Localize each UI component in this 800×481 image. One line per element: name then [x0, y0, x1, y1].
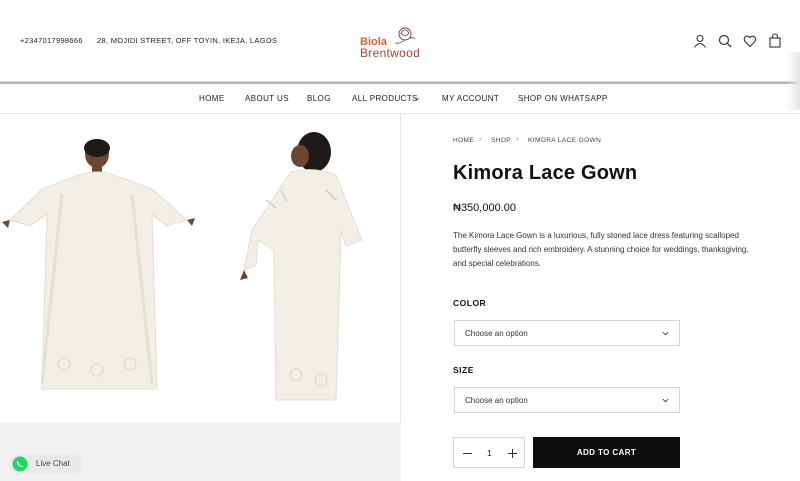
cart-icon[interactable] — [767, 33, 783, 49]
nav-blog[interactable]: BLOG — [307, 94, 331, 103]
heart-icon[interactable] — [742, 33, 758, 49]
logo-line2: Brentwood — [360, 46, 421, 60]
rose-icon — [394, 27, 416, 44]
plus-icon[interactable] — [507, 448, 518, 459]
product-image-front[interactable] — [2, 134, 197, 424]
minus-icon[interactable] — [462, 448, 473, 459]
product-title: Kimora Lace Gown — [453, 162, 638, 184]
color-select-value: Choose an option — [465, 329, 528, 338]
user-icon[interactable] — [692, 33, 708, 49]
size-label: SIZE — [453, 365, 474, 375]
product-image-back[interactable] — [236, 130, 376, 410]
breadcrumb-home[interactable]: HOME — [453, 137, 474, 144]
breadcrumb-chevron-icon: › — [479, 136, 482, 143]
size-select-value: Choose an option — [465, 396, 528, 405]
color-label: COLOR — [453, 298, 487, 308]
quantity-value[interactable]: 1 — [487, 448, 492, 458]
breadcrumb-current: KIMORA LACE GOWN — [528, 137, 602, 144]
breadcrumb-chevron-icon: › — [516, 136, 519, 143]
live-chat-widget[interactable]: Live Chat — [10, 454, 82, 474]
color-select[interactable]: Choose an option — [454, 320, 680, 346]
product-description: The Kimora Lace Gown is a luxurious, ful… — [453, 231, 749, 268]
chevron-down-icon — [662, 398, 669, 403]
size-select[interactable]: Choose an option — [454, 387, 680, 413]
product-price: ₦350,000.00 — [453, 202, 516, 214]
add-to-cart-button[interactable]: ADD TO CART — [533, 437, 680, 468]
nav-home[interactable]: HOME — [199, 94, 225, 103]
chevron-down-icon — [414, 97, 420, 101]
nav-shop-whatsapp[interactable]: SHOP ON WHATSAPP — [518, 94, 608, 103]
chevron-down-icon — [662, 331, 669, 336]
whatsapp-icon — [12, 456, 28, 472]
store-address: 28, MOJIDI STREET, OFF TOYIN, IKEJA, LAG… — [97, 36, 278, 45]
nav-my-account[interactable]: MY ACCOUNT — [442, 94, 499, 103]
breadcrumb-shop[interactable]: SHOP — [491, 137, 511, 144]
phone-number[interactable]: +2347017998666 — [20, 36, 83, 45]
quantity-stepper: 1 — [453, 437, 525, 468]
site-logo[interactable]: Biola Brentwood — [360, 24, 450, 60]
nav-about-us[interactable]: ABOUT US — [245, 94, 289, 103]
search-icon[interactable] — [717, 33, 733, 49]
live-chat-label: Live Chat — [36, 459, 70, 468]
top-header: +2347017998666 28, MOJIDI STREET, OFF TO… — [0, 0, 800, 82]
nav-all-products[interactable]: ALL PRODUCTS — [352, 94, 418, 103]
main-nav: HOME ABOUT US BLOG ALL PRODUCTS MY ACCOU… — [0, 84, 800, 114]
